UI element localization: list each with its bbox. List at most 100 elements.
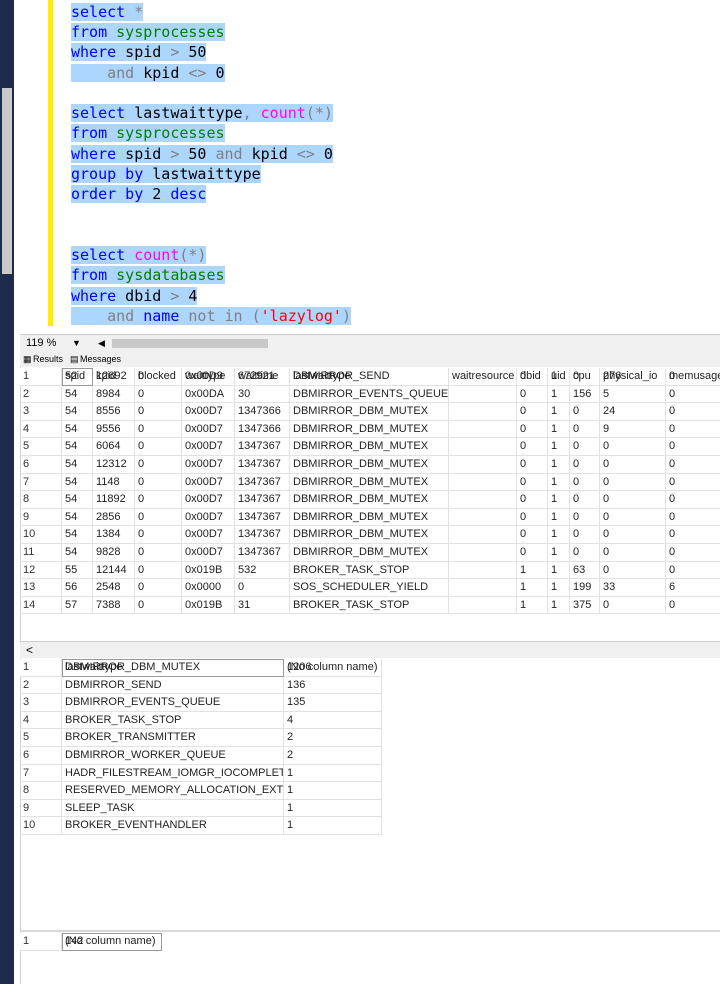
table-cell[interactable]: 0x019B <box>182 561 235 580</box>
table-cell[interactable]: 0 <box>666 474 720 492</box>
row-number[interactable]: 9 <box>20 508 62 527</box>
table-cell[interactable]: 2856 <box>93 508 135 527</box>
table-cell[interactable]: 0 <box>666 562 720 580</box>
table-cell[interactable]: 0 <box>600 456 666 474</box>
table-cell[interactable]: 24 <box>600 403 666 421</box>
row-number[interactable]: 6 <box>20 456 62 474</box>
table-cell[interactable] <box>449 508 517 527</box>
table-cell[interactable]: DBMIRROR_SEND <box>290 368 449 386</box>
table-cell[interactable]: BROKER_TRANSMITTER <box>62 729 284 747</box>
table-cell[interactable]: 2 <box>284 729 382 747</box>
table-cell[interactable] <box>449 456 517 474</box>
table-cell[interactable]: 0 <box>570 368 600 386</box>
table-cell[interactable] <box>449 526 517 544</box>
table-cell[interactable]: 1347367 <box>235 473 290 492</box>
table-cell[interactable]: 0x00D7 <box>182 526 235 544</box>
table-cell[interactable]: 54 <box>62 491 93 509</box>
table-cell[interactable]: 199 <box>570 579 600 597</box>
table-cell[interactable]: BROKER_EVENTHANDLER <box>62 817 284 835</box>
table-cell[interactable]: 1 <box>548 403 570 421</box>
table-cell[interactable]: DBMIRROR_EVENTS_QUEUE <box>290 385 449 404</box>
table-cell[interactable]: 11892 <box>93 491 135 509</box>
table-cell[interactable]: 0x00D7 <box>182 403 235 421</box>
table-cell[interactable]: 0x00D9 <box>182 368 235 386</box>
table-cell[interactable]: 0 <box>600 491 666 509</box>
table-cell[interactable]: SOS_SCHEDULER_YIELD <box>290 579 449 597</box>
table-cell[interactable]: 0 <box>600 596 666 615</box>
table-cell[interactable]: 0 <box>517 473 548 492</box>
table-cell[interactable]: 1347367 <box>235 456 290 474</box>
table-cell[interactable]: 0 <box>135 438 182 456</box>
table-cell[interactable]: 0 <box>666 438 720 456</box>
table-cell[interactable]: 0 <box>135 368 182 386</box>
table-cell[interactable]: 56 <box>62 579 93 597</box>
code-line[interactable]: where spid > 50 and kpid <> 0 <box>71 144 333 164</box>
table-cell[interactable]: 1 <box>548 579 570 597</box>
table-cell[interactable]: 12312 <box>93 456 135 474</box>
table-cell[interactable]: 54 <box>62 473 93 492</box>
table-cell[interactable]: 0 <box>570 544 600 562</box>
table-cell[interactable]: 0x00D7 <box>182 473 235 492</box>
table-cell[interactable]: 1 <box>284 799 382 818</box>
row-number[interactable]: 9 <box>20 799 62 818</box>
table-cell[interactable]: 12692 <box>93 368 135 386</box>
table-cell[interactable]: 1 <box>517 579 548 597</box>
tab-results[interactable]: Results <box>33 352 63 367</box>
table-cell[interactable]: 0 <box>135 579 182 597</box>
table-cell[interactable]: 1347367 <box>235 491 290 509</box>
table-cell[interactable]: 8984 <box>93 385 135 404</box>
table-cell[interactable]: 1 <box>548 526 570 544</box>
table-cell[interactable]: 8556 <box>93 403 135 421</box>
table-cell[interactable]: 54 <box>62 403 93 421</box>
table-cell[interactable]: 0 <box>135 596 182 615</box>
table-cell[interactable]: 1 <box>517 596 548 615</box>
row-number[interactable]: 3 <box>20 403 62 421</box>
row-number[interactable]: 2 <box>20 676 62 695</box>
table-cell[interactable]: 9 <box>600 420 666 439</box>
table-cell[interactable]: 142 <box>62 933 162 951</box>
row-number[interactable]: 11 <box>20 544 62 562</box>
table-cell[interactable]: 0x0000 <box>182 579 235 597</box>
table-cell[interactable]: 0 <box>517 385 548 404</box>
table-cell[interactable]: 0 <box>600 561 666 580</box>
table-cell[interactable]: 0x00D7 <box>182 420 235 439</box>
table-cell[interactable]: 0 <box>135 420 182 439</box>
table-cell[interactable]: 672921 <box>235 368 290 386</box>
code-line[interactable]: from sysprocesses <box>71 123 225 143</box>
table-cell[interactable]: 0 <box>135 456 182 474</box>
table-cell[interactable]: DBMIRROR_DBM_MUTEX <box>290 456 449 474</box>
table-cell[interactable] <box>449 438 517 456</box>
table-cell[interactable]: 1 <box>548 561 570 580</box>
table-cell[interactable]: 0 <box>666 386 720 404</box>
table-cell[interactable]: 0 <box>570 508 600 527</box>
table-cell[interactable]: 54 <box>62 526 93 544</box>
table-cell[interactable]: 0 <box>517 491 548 509</box>
table-cell[interactable]: 57 <box>62 596 93 615</box>
code-line[interactable]: where spid > 50 <box>71 42 207 62</box>
table-cell[interactable]: 0 <box>517 368 548 386</box>
table-cell[interactable]: BROKER_TASK_STOP <box>62 711 284 730</box>
table-cell[interactable]: 1 <box>284 764 382 783</box>
table-cell[interactable]: 0 <box>666 597 720 615</box>
table-cell[interactable]: 9828 <box>93 544 135 562</box>
code-line[interactable]: order by 2 desc <box>71 184 207 204</box>
table-cell[interactable]: 0x00D7 <box>182 438 235 456</box>
table-cell[interactable]: 1 <box>548 544 570 562</box>
table-cell[interactable]: SLEEP_TASK <box>62 799 284 818</box>
table-cell[interactable]: 0 <box>517 456 548 474</box>
row-number[interactable]: 7 <box>20 764 62 783</box>
table-cell[interactable]: DBMIRROR_DBM_MUTEX <box>290 508 449 527</box>
query-editor[interactable]: select * from sysprocesses where spid > 50… <box>20 0 720 334</box>
table-cell[interactable]: 0 <box>600 508 666 527</box>
code-line[interactable]: where dbid > 4 <box>71 286 198 306</box>
table-cell[interactable]: HADR_FILESTREAM_IOMGR_IOCOMPLETI <box>62 764 284 783</box>
scroll-left-icon[interactable]: < <box>26 642 33 658</box>
table-cell[interactable]: 0 <box>666 421 720 439</box>
table-cell[interactable]: RESERVED_MEMORY_ALLOCATION_EXT <box>62 782 284 800</box>
zoom-level[interactable]: 119 % <box>26 335 56 352</box>
row-number[interactable]: 8 <box>20 782 62 800</box>
table-cell[interactable]: 0 <box>600 544 666 562</box>
table-cell[interactable] <box>449 579 517 597</box>
table-cell[interactable]: DBMIRROR_DBM_MUTEX <box>290 420 449 439</box>
table-cell[interactable]: 54 <box>62 456 93 474</box>
